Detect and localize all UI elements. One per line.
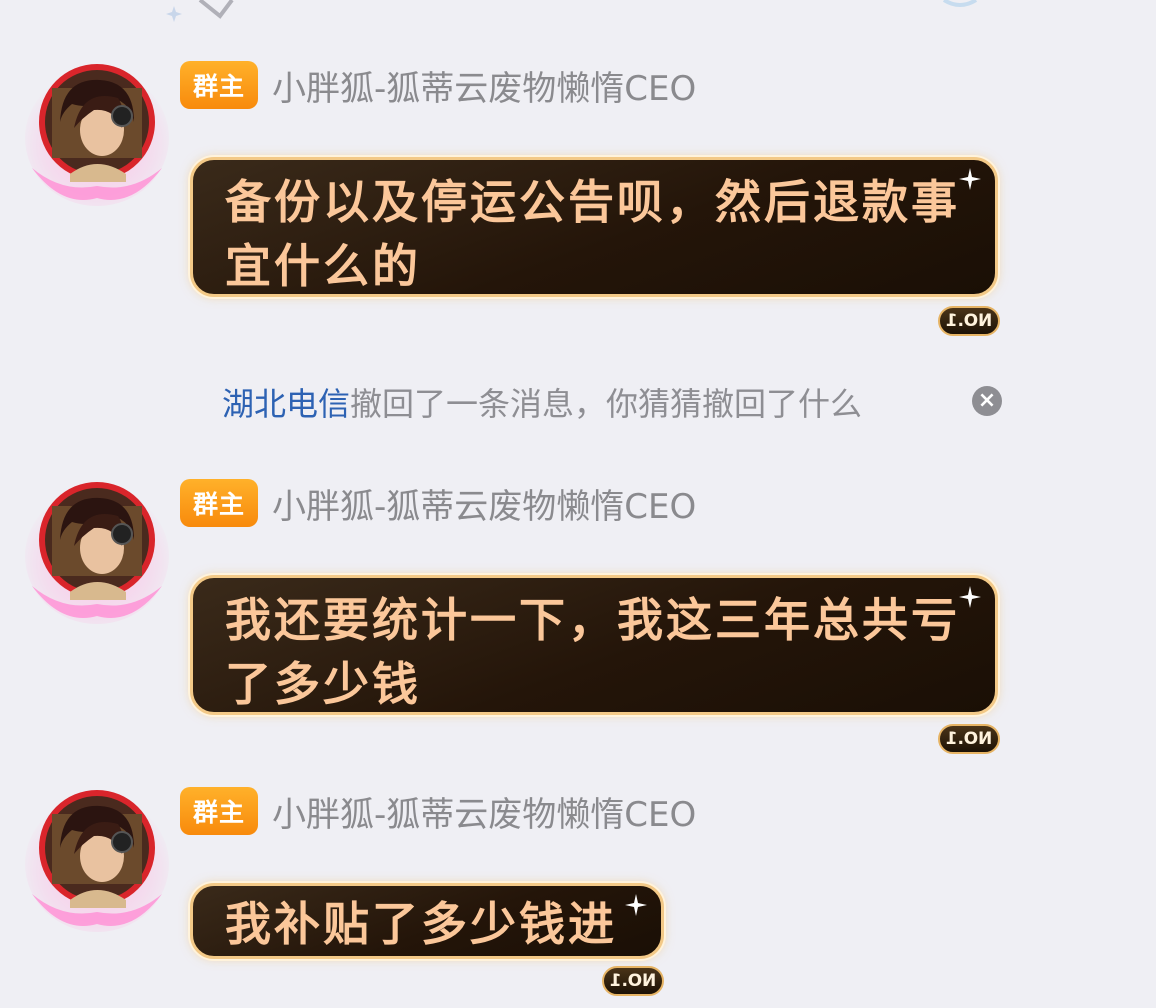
- sparkle-icon: [959, 168, 981, 190]
- avatar[interactable]: [22, 784, 172, 934]
- avatar[interactable]: [22, 58, 172, 208]
- owner-badge: 群主: [180, 479, 258, 527]
- sparkle-decoration: [166, 0, 234, 22]
- chat-message: 群主 小胖狐-狐蒂云废物懒惰CEO 我还要统计一下，我这三年总共亏了多少钱 NO…: [0, 458, 1156, 758]
- message-bubble[interactable]: 我补贴了多少钱进: [190, 883, 664, 959]
- recall-text: 撤回了一条消息，你猜猜撤回了什么: [350, 385, 863, 423]
- avatar[interactable]: [22, 476, 172, 626]
- sender-name[interactable]: 小胖狐-狐蒂云废物懒惰CEO: [272, 479, 696, 528]
- owner-badge: 群主: [180, 787, 258, 835]
- sender-row: 群主 小胖狐-狐蒂云废物懒惰CEO: [180, 786, 696, 836]
- level-tag: NO.1: [938, 306, 1000, 336]
- avatar-image: [25, 790, 169, 932]
- sparkle-icon: [959, 586, 981, 608]
- message-text: 我补贴了多少钱进: [225, 897, 617, 951]
- message-bubble[interactable]: 我还要统计一下，我这三年总共亏了多少钱: [190, 575, 998, 715]
- sender-row: 群主 小胖狐-狐蒂云废物懒惰CEO: [180, 60, 696, 110]
- sender-name[interactable]: 小胖狐-狐蒂云废物懒惰CEO: [272, 61, 696, 110]
- message-text: 我还要统计一下，我这三年总共亏了多少钱: [225, 593, 960, 711]
- chat-message: 群主 小胖狐-狐蒂云废物懒惰CEO 我补贴了多少钱进 NO.1: [0, 766, 1156, 1008]
- message-text: 备份以及停运公告呗，然后退款事宜什么的: [225, 175, 960, 293]
- chat-message: 群主 小胖狐-狐蒂云废物懒惰CEO 备份以及停运公告呗，然后退款事宜什么的 NO…: [0, 40, 1156, 340]
- avatar-image: [25, 64, 169, 206]
- sender-name[interactable]: 小胖狐-狐蒂云废物懒惰CEO: [272, 787, 696, 836]
- level-tag: NO.1: [602, 966, 664, 996]
- sender-row: 群主 小胖狐-狐蒂云废物懒惰CEO: [180, 478, 696, 528]
- ribbon-decoration: [942, 0, 978, 7]
- recall-notice: 湖北电信 撤回了一条消息，你猜猜撤回了什么 ×: [222, 378, 1022, 426]
- avatar-image: [25, 482, 169, 624]
- close-icon[interactable]: ×: [972, 386, 1002, 416]
- recall-user-name[interactable]: 湖北电信: [222, 379, 350, 425]
- message-bubble[interactable]: 备份以及停运公告呗，然后退款事宜什么的: [190, 157, 998, 297]
- owner-badge: 群主: [180, 61, 258, 109]
- sparkle-icon: [625, 894, 647, 916]
- level-tag: NO.1: [938, 724, 1000, 754]
